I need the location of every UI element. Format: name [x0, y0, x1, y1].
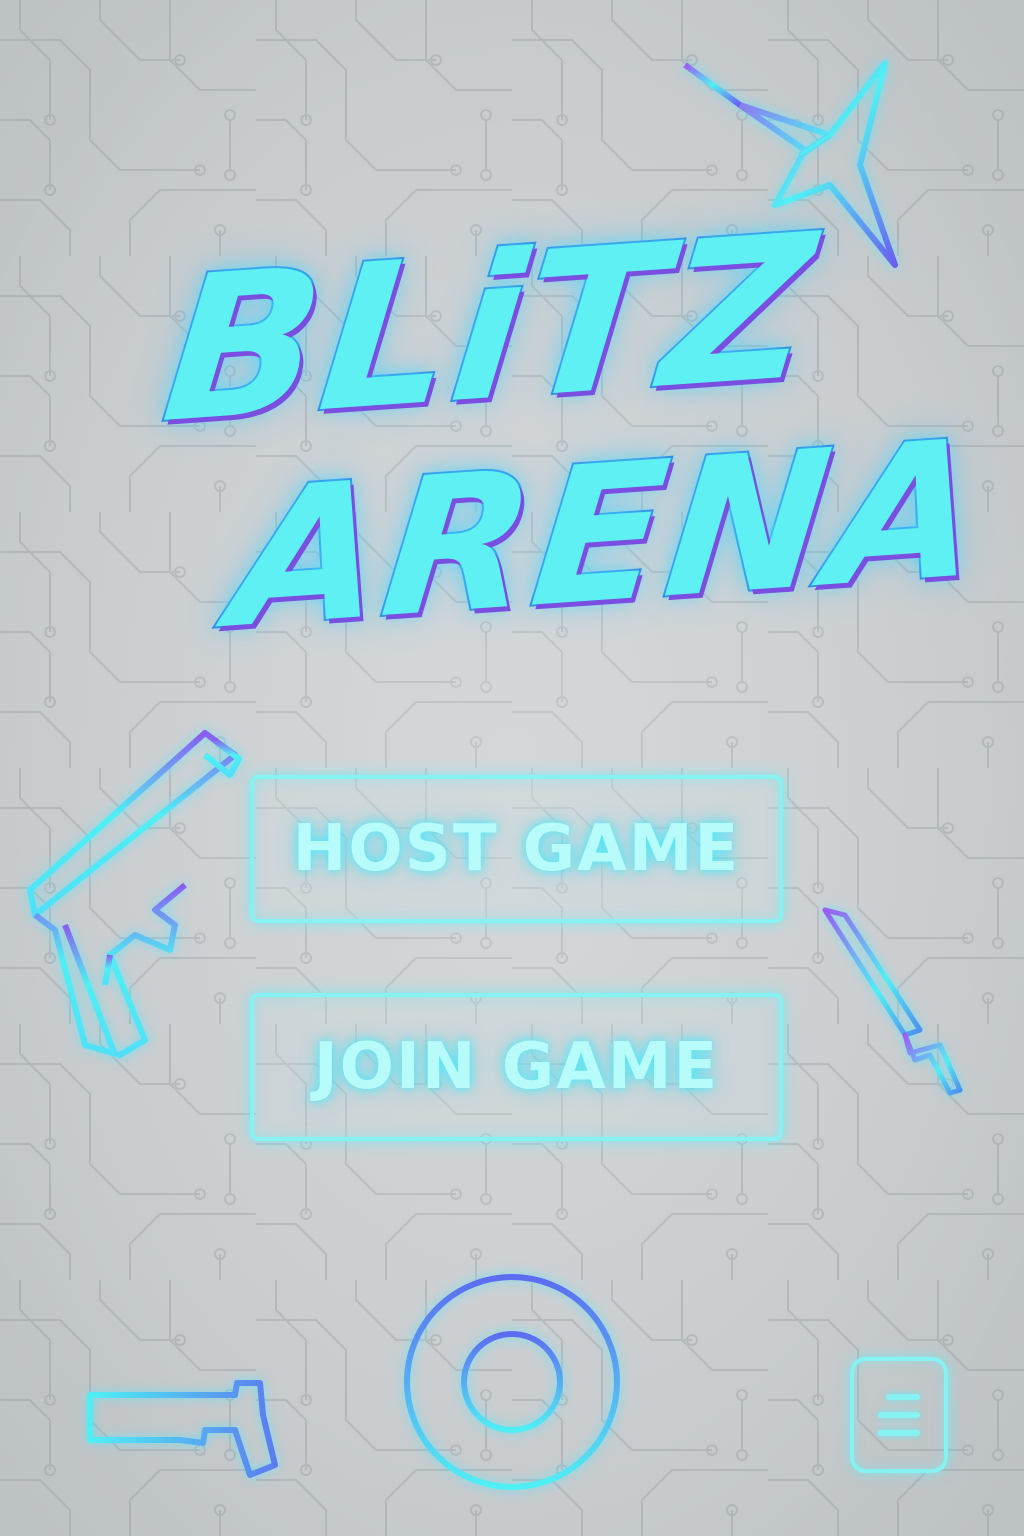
title-screen: BLiTZ ARENA HOST GAME JOIN GAME: [0, 0, 1024, 1536]
menu-button[interactable]: [850, 1357, 948, 1473]
host-game-button[interactable]: HOST GAME: [250, 775, 783, 923]
join-game-label: JOIN GAME: [313, 1030, 720, 1104]
knife-icon: [822, 907, 963, 1096]
pistol-icon: [27, 730, 242, 1058]
game-title-line-2: ARENA: [221, 396, 995, 672]
join-game-button[interactable]: JOIN GAME: [250, 993, 783, 1141]
menu-lines-icon: [878, 1394, 920, 1436]
host-game-label: HOST GAME: [292, 812, 741, 886]
crosshair-icon: [372, 1237, 653, 1518]
laser-gun-icon: [87, 1380, 278, 1478]
ninja-star-icon: [683, 60, 898, 268]
